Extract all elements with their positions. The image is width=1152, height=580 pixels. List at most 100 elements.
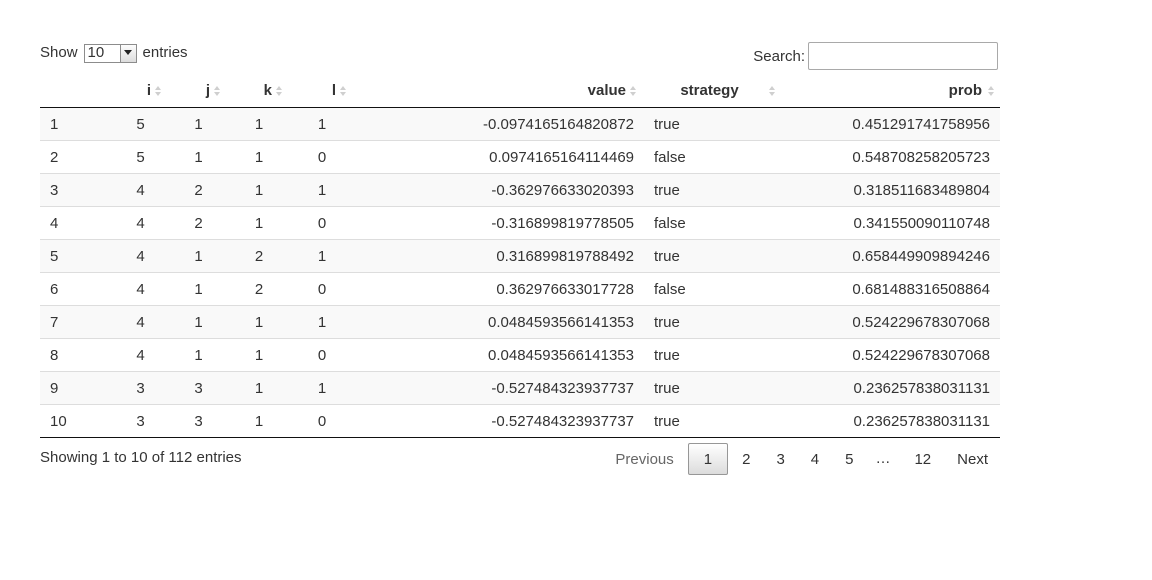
cell-i: 3 [112, 404, 169, 438]
cell-k: 1 [228, 371, 290, 405]
cell-l: 0 [290, 140, 354, 174]
cell-prob: 0.236257838031131 [783, 404, 1000, 438]
cell-j: 1 [169, 305, 228, 339]
cell-j: 1 [169, 272, 228, 306]
cell-prob: 0.524229678307068 [783, 305, 1000, 339]
sort-both-icon [988, 85, 994, 96]
cell-i: 4 [112, 272, 169, 306]
cell-strategy: true [644, 404, 783, 438]
column-header-k[interactable]: k [228, 74, 290, 108]
column-header-value[interactable]: value [354, 74, 644, 108]
page-button-5[interactable]: 5 [833, 443, 865, 475]
table-row: 2 5 1 1 0 0.0974165164114469 false 0.5487082582… [40, 140, 1000, 174]
cell-prob: 0.236257838031131 [783, 371, 1000, 405]
column-header-label: strategy [680, 82, 739, 99]
cell-prob: 0.681488316508864 [783, 272, 1000, 306]
cell-value: 0.0484593566141353 [354, 338, 644, 372]
cell-strategy: true [654, 115, 680, 133]
sort-both-icon [769, 85, 775, 96]
page-button-3[interactable]: 3 [764, 443, 796, 475]
cell-value: -0.0974165164820872 [483, 115, 634, 133]
next-button[interactable]: Next [945, 443, 1000, 475]
table-row: 3 4 2 1 1 -0.362976633020393 true 0.31851168348… [40, 173, 1000, 207]
sort-both-icon [276, 85, 282, 96]
cell-j: 1 [169, 338, 228, 372]
cell-prob: 0.658449909894246 [783, 239, 1000, 273]
cell-value: -0.527484323937737 [354, 371, 644, 405]
column-header-strategy[interactable]: strategy [644, 74, 783, 108]
cell-strategy: true [644, 173, 783, 207]
cell-value: -0.316899819778505 [354, 206, 644, 240]
page-button-last[interactable]: 12 [902, 443, 943, 475]
cell-strategy: false [644, 206, 783, 240]
data-table: i j k l value strategy prob 1 5 1 1 1 -0.0974… [40, 74, 1000, 438]
chevron-down-icon[interactable] [119, 44, 136, 62]
cell-rownum: 4 [40, 206, 112, 240]
cell-strategy: true [644, 239, 783, 273]
cell-k: 1 [228, 140, 290, 174]
cell-rownum: 9 [40, 371, 112, 405]
cell-l: 1 [290, 371, 354, 405]
sort-both-icon [155, 85, 161, 96]
cell-l: 1 [290, 173, 354, 207]
column-header-rownum[interactable] [40, 74, 112, 108]
page-button-1[interactable]: 1 [687, 443, 729, 475]
cell-value: -0.362976633020393 [354, 173, 644, 207]
table-info: Showing 1 to 10 of 112 entries [40, 449, 242, 466]
column-header-label: l [331, 82, 336, 99]
cell-rownum: 5 [40, 239, 112, 273]
table-row: 7 4 1 1 1 0.0484593566141353 true 0.52422967830… [40, 305, 1000, 339]
column-header-label: value [587, 82, 626, 99]
show-label: Show [40, 44, 78, 61]
cell-l: 0 [290, 404, 354, 438]
cell-k: 2 [228, 239, 290, 273]
cell-prob: 0.524229678307068 [783, 338, 1000, 372]
search-label: Search: [753, 47, 805, 65]
cell-prob: 0.318511683489804 [783, 173, 1000, 207]
cell-j: 1 [194, 115, 203, 133]
column-header-i[interactable]: i [112, 74, 169, 108]
cell-i: 3 [112, 371, 169, 405]
table-row: 5 4 1 2 1 0.316899819788492 true 0.658449909894… [40, 239, 1000, 273]
cell-rownum: 8 [40, 338, 112, 372]
entries-label: entries [142, 44, 188, 61]
cell-prob: 0.451291741758956 [852, 115, 990, 133]
cell-strategy: false [644, 272, 783, 306]
cell-k: 1 [228, 206, 290, 240]
column-header-label: k [263, 82, 272, 99]
column-header-l[interactable]: l [290, 74, 354, 108]
pagination: Previous 1 2 3 4 5 … 12 Next [601, 443, 1000, 475]
cell-l: 1 [317, 115, 327, 133]
cell-rownum: 1 [50, 115, 59, 133]
table-row: 10 3 3 1 0 -0.527484323937737 true 0.2362578380… [40, 404, 1000, 438]
cell-l: 1 [290, 305, 354, 339]
cell-i: 4 [112, 173, 169, 207]
page-button-2[interactable]: 2 [730, 443, 762, 475]
cell-prob: 0.548708258205723 [783, 140, 1000, 174]
sort-both-icon [630, 85, 636, 96]
cell-j: 2 [169, 173, 228, 207]
cell-k: 1 [228, 305, 290, 339]
cell-i: 4 [112, 206, 169, 240]
page-button-4[interactable]: 4 [799, 443, 831, 475]
cell-rownum: 7 [40, 305, 112, 339]
cell-k: 2 [228, 272, 290, 306]
sort-both-icon [214, 85, 220, 96]
cell-prob: 0.341550090110748 [783, 206, 1000, 240]
cell-value: -0.527484323937737 [354, 404, 644, 438]
cell-strategy: true [644, 305, 783, 339]
column-header-j[interactable]: j [169, 74, 228, 108]
cell-l: 1 [290, 239, 354, 273]
cell-rownum: 2 [40, 140, 112, 174]
entries-per-page-select[interactable]: 10 [83, 43, 137, 63]
cell-value: 0.362976633017728 [354, 272, 644, 306]
cell-value: 0.0484593566141353 [354, 305, 644, 339]
search-input[interactable] [808, 42, 998, 70]
cell-i: 5 [136, 115, 145, 133]
pagination-ellipsis: … [875, 450, 891, 467]
column-header-prob[interactable]: prob [783, 74, 1000, 108]
header-row: i j k l value strategy prob [40, 74, 1000, 108]
previous-button[interactable]: Previous [603, 443, 685, 475]
table-row: 8 4 1 1 0 0.0484593566141353 true 0.52422967830… [40, 338, 1000, 372]
table-row: 1 5 1 1 1 -0.0974165164820872 true 0.4512917417… [40, 107, 1000, 141]
